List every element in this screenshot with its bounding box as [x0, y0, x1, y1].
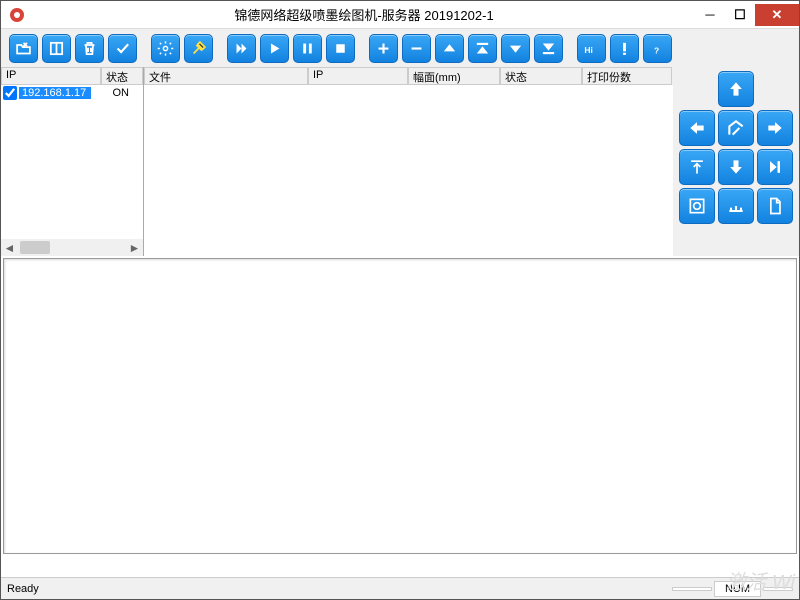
- down-arrow-button[interactable]: [501, 34, 530, 63]
- nav-home-button[interactable]: [718, 110, 754, 146]
- check-button[interactable]: [108, 34, 137, 63]
- status-cell-1: [672, 587, 712, 591]
- nav-panel: [673, 67, 799, 256]
- scroll-left-icon[interactable]: ◄: [1, 239, 18, 256]
- main-panel: 文件 IP 幅面(mm) 状态 打印份数: [144, 67, 673, 256]
- col-width[interactable]: 幅面(mm): [408, 67, 500, 85]
- minus-button[interactable]: [402, 34, 431, 63]
- nav-down-button[interactable]: [718, 149, 754, 185]
- down-bottom-button[interactable]: [534, 34, 563, 63]
- table-body[interactable]: [144, 85, 673, 256]
- watermark: 激活 Wi: [726, 566, 795, 595]
- svg-text:Hi: Hi: [584, 44, 593, 54]
- nav-next-button[interactable]: [757, 149, 793, 185]
- status-ready: Ready: [7, 583, 39, 595]
- nav-top-button[interactable]: [679, 149, 715, 185]
- svg-text:?: ?: [654, 45, 659, 55]
- status-col-header[interactable]: 状态: [101, 67, 143, 85]
- app-icon: [7, 5, 27, 25]
- close-button[interactable]: ✕: [755, 4, 799, 26]
- window-title: 锦德网络超级喷墨绘图机-服务器 20191202-1: [33, 5, 695, 24]
- col-copies[interactable]: 打印份数: [582, 67, 672, 85]
- ip-checkbox[interactable]: [3, 86, 17, 100]
- plus-button[interactable]: [369, 34, 398, 63]
- horizontal-scrollbar[interactable]: ◄ ►: [1, 239, 143, 256]
- nav-doc-button[interactable]: [757, 188, 793, 224]
- ip-status: ON: [107, 87, 136, 99]
- play-button[interactable]: [260, 34, 289, 63]
- help-button[interactable]: ?: [643, 34, 672, 63]
- minimize-button[interactable]: ─: [695, 4, 725, 26]
- scroll-right-icon[interactable]: ►: [126, 239, 143, 256]
- pause-button[interactable]: [293, 34, 322, 63]
- nav-measure-button[interactable]: [718, 188, 754, 224]
- fast-forward-button[interactable]: [227, 34, 256, 63]
- up-top-button[interactable]: [468, 34, 497, 63]
- hi-button[interactable]: Hi: [577, 34, 606, 63]
- toolbar: Hi ?: [1, 29, 799, 67]
- open-button[interactable]: [9, 34, 38, 63]
- nav-up-button[interactable]: [718, 71, 754, 107]
- ip-row[interactable]: 192.168.1.17 ON: [1, 85, 143, 101]
- stop-button[interactable]: [326, 34, 355, 63]
- nav-target-button[interactable]: [679, 188, 715, 224]
- up-arrow-button[interactable]: [435, 34, 464, 63]
- scroll-thumb[interactable]: [20, 241, 50, 254]
- statusbar: Ready NUM: [1, 577, 799, 599]
- info-button[interactable]: [610, 34, 639, 63]
- nav-left-button[interactable]: [679, 110, 715, 146]
- nav-right-button[interactable]: [757, 110, 793, 146]
- settings-button[interactable]: [151, 34, 180, 63]
- ip-panel: IP 状态 192.168.1.17 ON ◄ ►: [1, 67, 144, 256]
- output-pane[interactable]: [3, 258, 797, 554]
- titlebar: 锦德网络超级喷墨绘图机-服务器 20191202-1 ─ ☐ ✕: [1, 1, 799, 29]
- ip-list[interactable]: 192.168.1.17 ON: [1, 85, 143, 239]
- col-status[interactable]: 状态: [500, 67, 582, 85]
- delete-button[interactable]: [75, 34, 104, 63]
- col-file[interactable]: 文件: [144, 67, 308, 85]
- layout-button[interactable]: [42, 34, 71, 63]
- tools-button[interactable]: [184, 34, 213, 63]
- ip-col-header[interactable]: IP: [1, 67, 101, 85]
- maximize-button[interactable]: ☐: [725, 4, 755, 26]
- col-ip[interactable]: IP: [308, 67, 408, 85]
- ip-address[interactable]: 192.168.1.17: [19, 87, 91, 99]
